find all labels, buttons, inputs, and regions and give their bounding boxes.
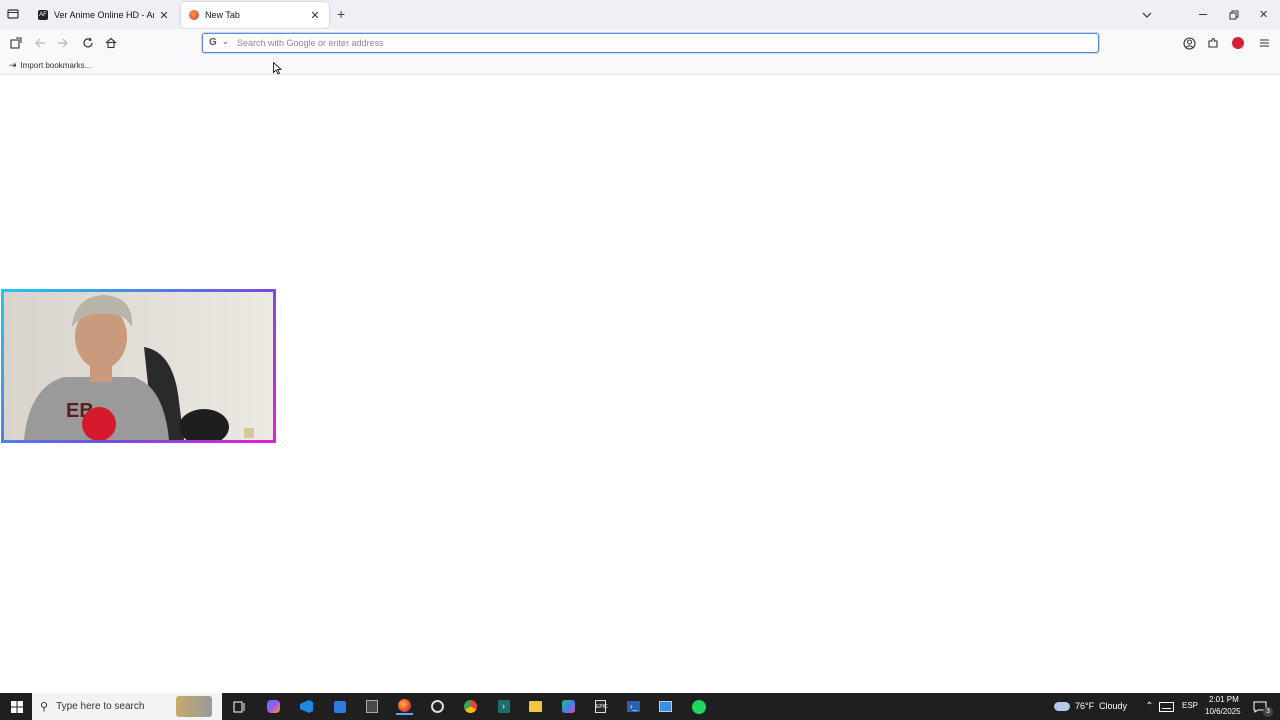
restore-icon[interactable] — [1229, 9, 1239, 23]
calculator-icon[interactable] — [363, 698, 380, 715]
animeflv-favicon-icon: AF — [38, 10, 48, 20]
import-bookmarks-button[interactable]: ⇥ Import bookmarks... — [9, 60, 91, 71]
powershell-icon[interactable]: ›_ — [625, 698, 642, 715]
search-highlight-icon — [176, 696, 212, 717]
clock-time[interactable]: 2:01 PM — [1209, 695, 1239, 704]
weather-condition[interactable]: Cloudy — [1099, 701, 1127, 711]
adblock-extension-icon[interactable] — [1230, 35, 1246, 51]
copilot-icon[interactable] — [265, 698, 282, 715]
store-icon[interactable] — [331, 698, 348, 715]
back-arrow-icon[interactable] — [32, 35, 48, 51]
visual-studio-icon[interactable] — [298, 698, 315, 715]
menu-icon[interactable] — [1256, 35, 1272, 51]
search-input[interactable] — [237, 36, 1087, 50]
firefox-favicon-icon — [189, 10, 199, 20]
sidebar-icon[interactable] — [8, 35, 24, 51]
taskbar-search-placeholder: Type here to search — [56, 701, 145, 712]
weather-temp[interactable]: 76°F — [1075, 701, 1094, 711]
cloudy-weather-icon[interactable] — [1053, 698, 1070, 715]
tab-title: New Tab — [205, 10, 240, 20]
search-icon: ⚲ — [40, 701, 49, 713]
obs-icon[interactable] — [429, 698, 446, 715]
home-icon[interactable] — [103, 35, 119, 51]
language-indicator[interactable]: ESP — [1182, 701, 1198, 710]
chevron-up-icon[interactable]: ⌃ — [1141, 698, 1158, 715]
keyboard-icon[interactable] — [1158, 698, 1175, 715]
forward-arrow-icon[interactable] — [55, 35, 71, 51]
address-bar[interactable]: G ⌄ — [202, 33, 1099, 53]
tab-bar: AF Ver Anime Online HD - AnimeFLV ✕ New … — [0, 0, 1280, 29]
clock-date[interactable]: 10/6/2025 — [1205, 707, 1241, 716]
close-tab-icon[interactable]: ✕ — [309, 9, 321, 22]
chevron-down-icon[interactable] — [1142, 8, 1152, 22]
google-icon[interactable]: G — [209, 37, 217, 48]
file-explorer-icon[interactable] — [527, 698, 544, 715]
spotify-icon[interactable] — [690, 698, 707, 715]
firefox-icon[interactable] — [396, 698, 413, 715]
bookmarks-bar: ⇥ Import bookmarks... — [0, 56, 1280, 75]
plus-icon[interactable]: + — [337, 7, 345, 21]
tab-new-tab[interactable]: New Tab ✕ — [181, 2, 329, 28]
tab-animeflv[interactable]: AF Ver Anime Online HD - AnimeFLV ✕ — [30, 2, 178, 28]
tab-title: Ver Anime Online HD - AnimeFLV — [54, 10, 154, 20]
chevron-down-icon[interactable]: ⌄ — [222, 37, 229, 46]
webcam-overlay: EB — [1, 289, 276, 443]
extensions-icon[interactable] — [1205, 35, 1221, 51]
windows-taskbar: ⚲ Type here to search › EPIC ›_ 76°F Clo… — [0, 693, 1280, 720]
import-icon: ⇥ — [9, 60, 17, 70]
notification-count-badge: 3 — [1263, 707, 1273, 717]
window-app-icon[interactable] — [657, 698, 674, 715]
firefox-view-icon[interactable] — [7, 8, 19, 20]
reload-icon[interactable] — [80, 35, 96, 51]
taskbar-search-box[interactable]: ⚲ Type here to search — [32, 693, 222, 720]
chrome-icon[interactable] — [462, 698, 479, 715]
windows-start-icon[interactable] — [8, 698, 25, 715]
epic-games-icon[interactable]: EPIC — [592, 698, 609, 715]
import-bookmarks-label: Import bookmarks... — [20, 61, 92, 70]
minimize-icon[interactable] — [1199, 14, 1207, 15]
terminal-icon[interactable]: › — [495, 698, 512, 715]
mouse-cursor-icon — [273, 61, 283, 78]
close-tab-icon[interactable]: ✕ — [158, 9, 170, 22]
account-icon[interactable] — [1181, 35, 1197, 51]
copilot-app-icon[interactable] — [560, 698, 577, 715]
task-view-icon[interactable] — [231, 698, 248, 715]
close-icon[interactable]: ✕ — [1259, 8, 1268, 21]
streamer-video-image: EB — [4, 292, 273, 440]
